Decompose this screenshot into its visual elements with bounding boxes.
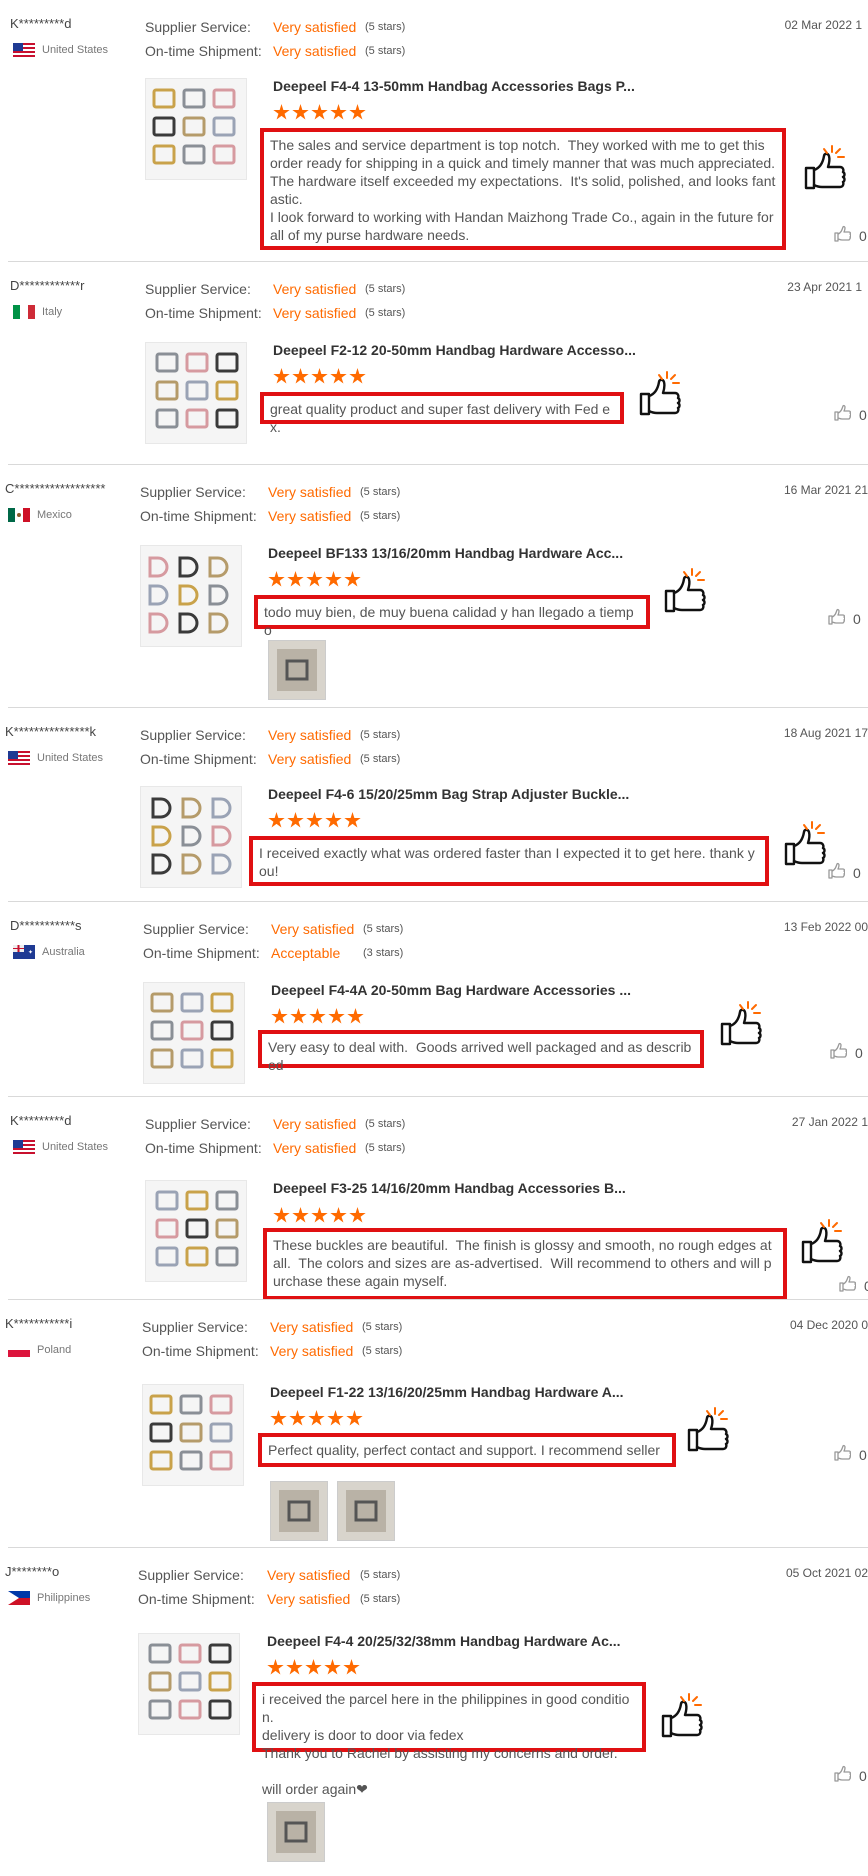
supplier-service-value: Very satisfied — [267, 1567, 351, 1583]
reviewer-name: J********o — [5, 1564, 60, 1579]
supplier-service-stars: (5 stars) — [360, 1569, 401, 1581]
review-text: i received the parcel here in the philip… — [262, 1691, 630, 1797]
on-time-shipment-stars: (5 stars) — [360, 1593, 401, 1605]
rating-stars — [267, 1659, 360, 1676]
country-name: Philippines — [37, 1592, 91, 1604]
star-icon — [324, 1659, 341, 1675]
review-photo[interactable] — [267, 1802, 325, 1862]
star-icon — [267, 1659, 284, 1675]
reviewer-country: Philippines — [8, 1591, 90, 1605]
thumbs-up-icon — [833, 1765, 852, 1786]
helpful-count: 0 — [859, 1767, 867, 1784]
thumbs-up-annotation-icon — [659, 1690, 707, 1742]
country-flag-icon — [8, 1591, 30, 1605]
review-card: J********o Philippines Supplier Service: Ve… — [0, 0, 868, 1876]
review-date: 05 Oct 2021 02 — [785, 1566, 868, 1580]
product-title-link[interactable]: Deepeel F4-4 20/25/32/38mm Handbag Hardw… — [267, 1633, 621, 1649]
on-time-shipment-label: On-time Shipment: — [138, 1591, 255, 1607]
star-icon — [305, 1659, 322, 1675]
supplier-service-label: Supplier Service: — [138, 1567, 244, 1583]
star-icon — [343, 1659, 360, 1675]
product-thumbnail[interactable] — [138, 1633, 240, 1735]
on-time-shipment-value: Very satisfied — [267, 1591, 351, 1607]
star-icon — [286, 1659, 303, 1675]
helpful-button[interactable]: 0 — [833, 1765, 867, 1786]
review-text-box: i received the parcel here in the philip… — [252, 1682, 646, 1797]
